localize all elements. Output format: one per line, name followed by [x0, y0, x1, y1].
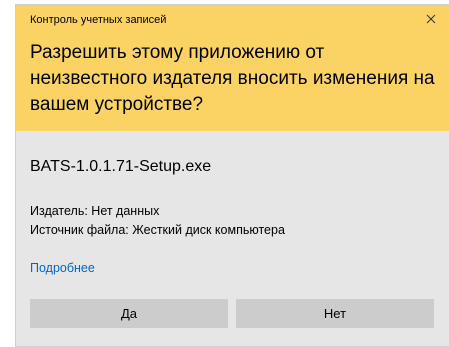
publisher-text: Издатель: Нет данных [30, 204, 160, 218]
dialog-header: Контроль учетных записей Разрешить этому… [16, 5, 449, 131]
no-button[interactable]: Нет [236, 299, 434, 328]
file-source-text: Источник файла: Жесткий диск компьютера [30, 223, 285, 237]
yes-button[interactable]: Да [30, 299, 228, 328]
uac-dialog: Контроль учетных записей Разрешить этому… [15, 4, 449, 347]
show-more-details-link[interactable]: Подробнее [30, 261, 95, 275]
window-title: Контроль учетных записей [30, 14, 167, 26]
close-icon[interactable] [421, 9, 441, 29]
program-details: Издатель: Нет данных Источник файла: Жес… [30, 202, 285, 240]
permission-question: Разрешить этому приложению от неизвестно… [30, 42, 435, 115]
program-filename: BATS-1.0.1.71-Setup.exe [30, 158, 212, 175]
